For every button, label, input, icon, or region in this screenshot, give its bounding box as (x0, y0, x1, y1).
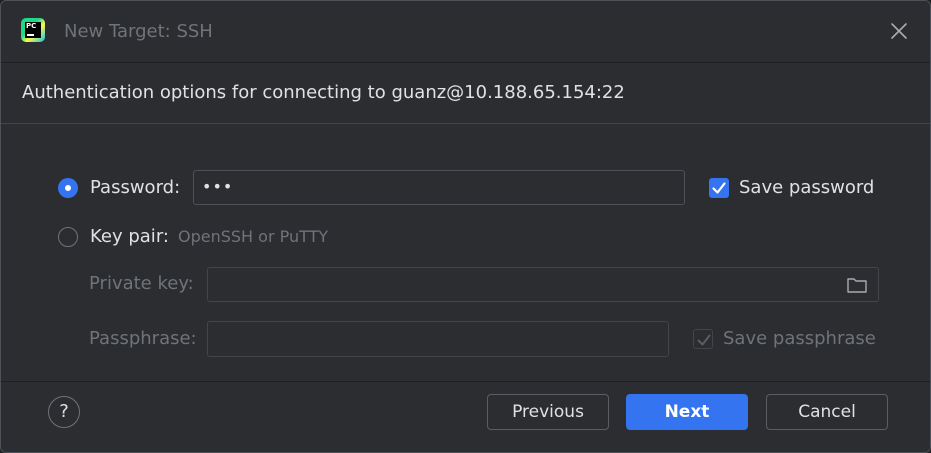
next-button[interactable]: Next (626, 394, 748, 430)
folder-icon[interactable] (846, 275, 868, 295)
app-icon-text: PC (26, 22, 37, 30)
save-password-checkbox[interactable] (709, 178, 729, 198)
passphrase-input[interactable] (207, 321, 669, 357)
save-passphrase-checkbox[interactable] (693, 329, 713, 349)
private-key-input[interactable] (207, 267, 879, 302)
previous-button[interactable]: Previous (487, 394, 609, 430)
password-value: ••• (202, 177, 234, 196)
header-banner: Authentication options for connecting to… (1, 63, 930, 124)
save-password-label: Save password (739, 177, 875, 198)
auth-options-panel: Password: ••• Save password Key pair: Op… (1, 124, 930, 381)
checkmark-icon (697, 334, 711, 346)
key-pair-radio[interactable] (58, 227, 78, 247)
private-key-label: Private key: (89, 273, 194, 294)
passphrase-label: Passphrase: (89, 328, 197, 349)
password-input[interactable]: ••• (193, 170, 685, 205)
title-bar: PC New Target: SSH (1, 1, 930, 63)
help-icon[interactable]: ? (48, 396, 80, 428)
password-radio[interactable] (58, 178, 78, 198)
close-icon[interactable] (889, 21, 909, 41)
window-title: New Target: SSH (64, 21, 213, 42)
auth-description: Authentication options for connecting to… (22, 82, 625, 103)
dialog-footer: ? Previous Next Cancel (1, 381, 930, 452)
key-pair-hint: OpenSSH or PuTTY (178, 227, 329, 246)
save-passphrase-label: Save passphrase (723, 328, 876, 349)
ssh-target-dialog: PC New Target: SSH Authentication option… (0, 0, 931, 453)
cancel-button[interactable]: Cancel (766, 394, 888, 430)
key-pair-label: Key pair: (90, 226, 169, 247)
pycharm-icon: PC (21, 18, 45, 42)
password-label: Password: (90, 177, 181, 198)
checkmark-icon (712, 182, 726, 194)
